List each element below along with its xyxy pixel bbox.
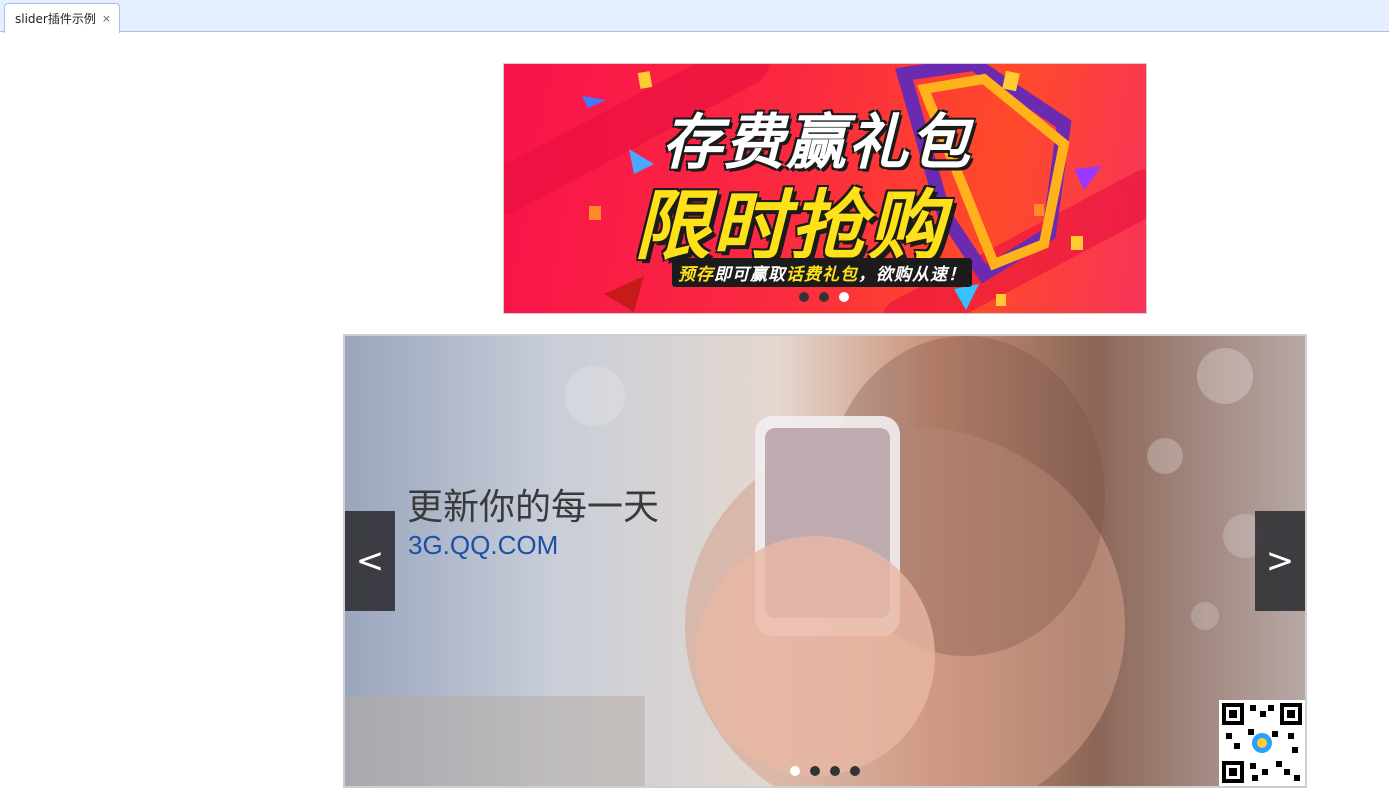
- promo-subline-part1: 预存: [678, 265, 714, 285]
- pagination-dot[interactable]: [830, 766, 840, 776]
- pagination-dot[interactable]: [810, 766, 820, 776]
- pagination-dot[interactable]: [819, 292, 829, 302]
- promo-subline-part2: 即可赢取: [714, 265, 786, 285]
- photo-slider-pagination: [790, 766, 860, 776]
- prev-slide-button[interactable]: <: [345, 511, 395, 611]
- pagination-dot-active[interactable]: [790, 766, 800, 776]
- promo-slider-pagination: [799, 292, 849, 302]
- pagination-dot[interactable]: [799, 292, 809, 302]
- promo-slider: 存费赢礼包 限时抢购 预存即可赢取话费礼包，欲购从速！: [503, 63, 1147, 314]
- promo-subline-part4: ，欲购从速！: [858, 265, 966, 285]
- slide-headline: 更新你的每一天: [407, 487, 660, 528]
- slide-url: 3G.QQ.COM: [408, 530, 559, 560]
- close-icon[interactable]: ×: [102, 12, 111, 25]
- tab-slider-demo[interactable]: slider插件示例 ×: [4, 3, 121, 33]
- pagination-dot[interactable]: [850, 766, 860, 776]
- photo-slider: 更新你的每一天 3G.QQ.COM < >: [343, 334, 1307, 788]
- pagination-dot-active[interactable]: [839, 292, 849, 302]
- promo-subline-part3: 话费礼包: [786, 265, 858, 285]
- tab-bar: slider插件示例 ×: [0, 0, 1389, 33]
- next-slide-button[interactable]: >: [1255, 511, 1305, 611]
- photo-slide-image: [345, 336, 1267, 786]
- tab-label: slider插件示例: [15, 12, 96, 26]
- qr-code-icon: [1219, 700, 1305, 786]
- promo-subline: 预存即可赢取话费礼包，欲购从速！: [672, 258, 972, 287]
